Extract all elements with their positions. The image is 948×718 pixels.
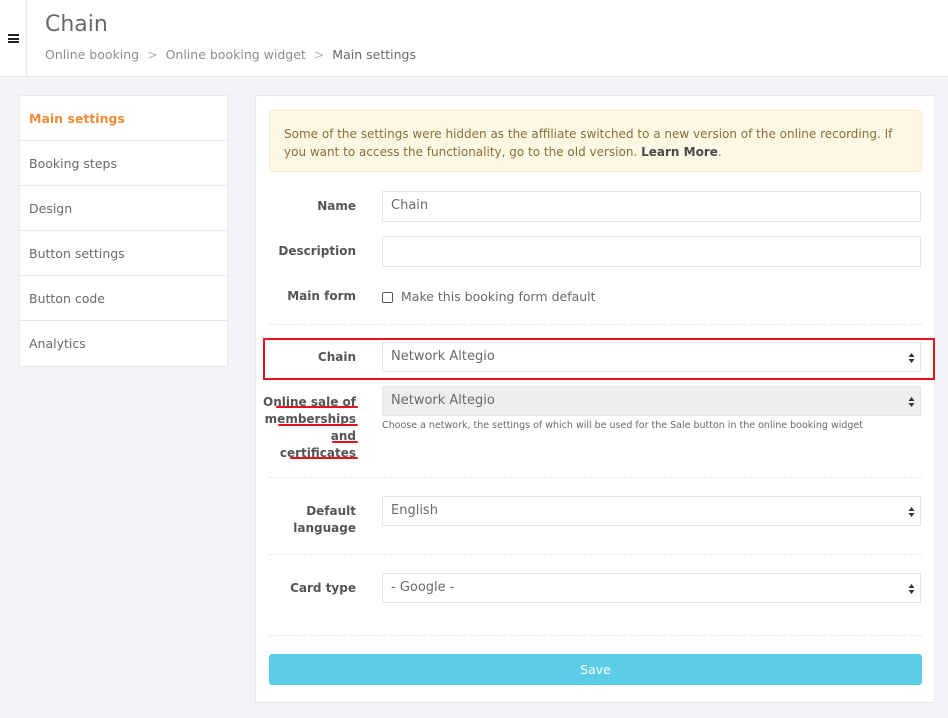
menu-toggle-button[interactable] <box>0 0 27 77</box>
description-label: Description <box>278 244 356 258</box>
online-sale-select-value: Network Altegio <box>391 393 495 408</box>
hamburger-icon <box>7 34 19 43</box>
sidebar-item-button-settings[interactable]: Button settings <box>20 231 227 276</box>
card-type-select[interactable]: - Google - <box>382 573 921 603</box>
annotation-underline <box>332 441 358 443</box>
online-sale-help-text: Choose a network, the settings of which … <box>382 420 864 431</box>
select-arrows-icon <box>908 397 915 407</box>
default-language-label-line-1: Default <box>306 504 356 518</box>
online-sale-select[interactable]: Network Altegio <box>382 386 921 416</box>
breadcrumb-main-settings: Main settings <box>332 47 416 62</box>
default-language-label: Default language <box>256 503 356 537</box>
learn-more-link[interactable]: Learn More <box>641 145 718 159</box>
default-form-checkbox[interactable] <box>382 292 393 303</box>
breadcrumb-online-booking-widget[interactable]: Online booking widget <box>166 47 306 62</box>
sidebar-item-analytics[interactable]: Analytics <box>20 321 227 366</box>
sidebar-item-booking-steps[interactable]: Booking steps <box>20 141 227 186</box>
online-sale-label-line-4: certificates <box>279 446 356 460</box>
section-divider <box>269 554 922 555</box>
section-divider <box>269 324 922 325</box>
section-divider <box>269 635 922 636</box>
annotation-underline <box>276 406 358 408</box>
alert-end: . <box>717 145 722 159</box>
online-sale-label: Online sale of memberships and certifica… <box>256 394 356 462</box>
sidebar-item-design[interactable]: Design <box>20 186 227 231</box>
name-input[interactable]: Chain <box>382 191 921 222</box>
breadcrumb-separator: > <box>147 47 158 62</box>
default-language-select-value: English <box>391 503 438 518</box>
sidebar-item-button-code[interactable]: Button code <box>20 276 227 321</box>
annotation-underline <box>290 457 358 459</box>
annotation-underline <box>278 424 358 426</box>
page-title: Chain <box>45 12 108 37</box>
main-form-label: Main form <box>287 289 356 303</box>
settings-sidebar: Main settings Booking steps Design Butto… <box>19 95 228 367</box>
breadcrumb: Online booking > Online booking widget >… <box>45 47 416 62</box>
section-divider <box>269 477 922 478</box>
info-alert: Some of the settings were hidden as the … <box>269 110 922 172</box>
description-input[interactable] <box>382 236 921 267</box>
select-arrows-icon <box>908 584 915 594</box>
alert-text: Some of the settings were hidden as the … <box>284 127 893 159</box>
name-label: Name <box>317 199 356 213</box>
online-sale-label-line-1: Online sale of <box>263 395 356 409</box>
default-form-checkbox-label[interactable]: Make this booking form default <box>401 289 596 304</box>
annotation-highlight-box <box>263 338 935 380</box>
card-type-label: Card type <box>290 581 356 595</box>
card-type-select-value: - Google - <box>391 580 455 595</box>
main-settings-panel: Some of the settings were hidden as the … <box>255 95 935 703</box>
breadcrumb-separator: > <box>313 47 325 62</box>
top-bar: Chain Online booking > Online booking wi… <box>0 0 948 77</box>
save-button[interactable]: Save <box>269 654 922 685</box>
sidebar-item-main-settings[interactable]: Main settings <box>20 96 227 141</box>
default-language-label-line-2: language <box>293 521 356 535</box>
default-language-select[interactable]: English <box>382 496 921 526</box>
breadcrumb-online-booking[interactable]: Online booking <box>45 47 139 62</box>
select-arrows-icon <box>908 507 915 517</box>
